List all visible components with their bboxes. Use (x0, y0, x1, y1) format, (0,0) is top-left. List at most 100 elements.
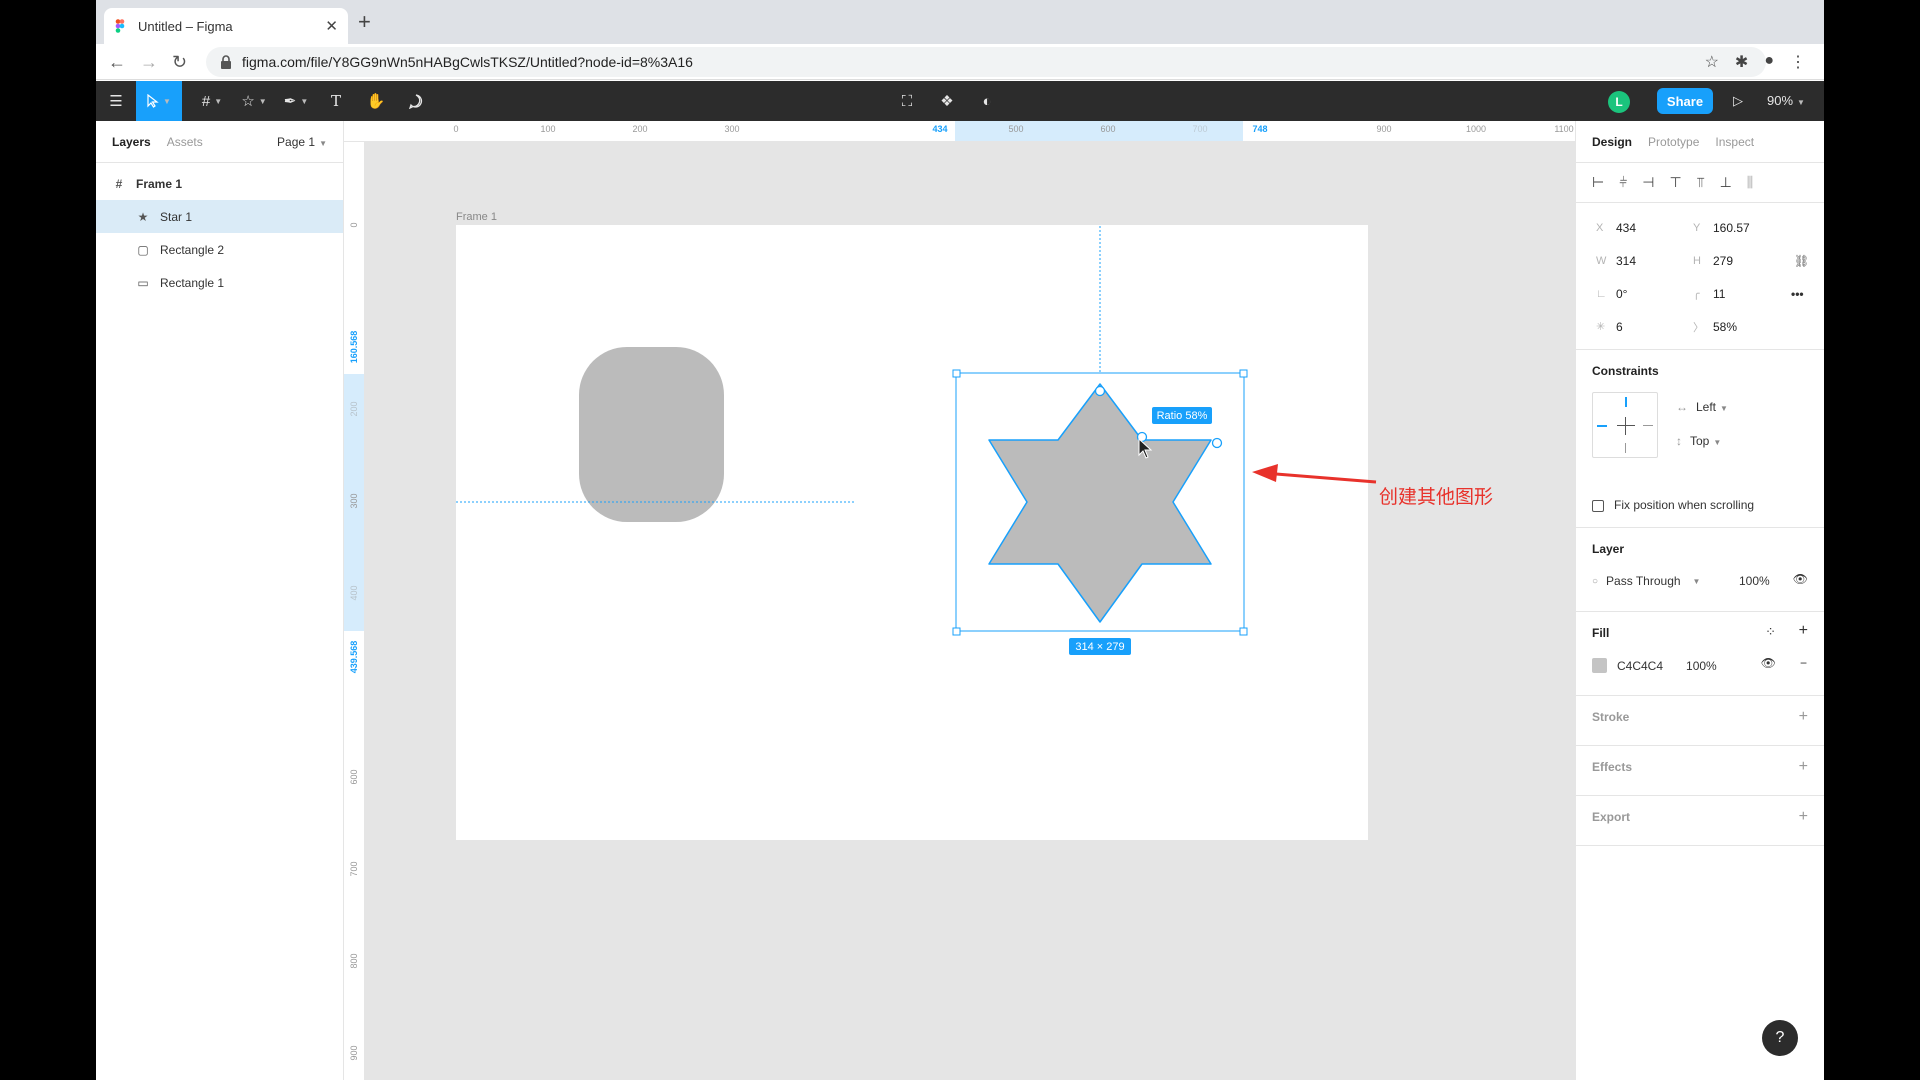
reload-icon[interactable]: ↻ (172, 52, 187, 73)
x-field[interactable]: 434 (1616, 221, 1636, 235)
profile-icon[interactable]: ● (1764, 52, 1774, 72)
align-top-icon[interactable]: ⊤ (1669, 174, 1681, 191)
rotation-field[interactable]: 0° (1616, 287, 1627, 301)
frame-1[interactable] (456, 225, 1368, 840)
fix-position-checkbox[interactable] (1592, 499, 1604, 512)
ratio-field[interactable]: 58% (1713, 320, 1737, 334)
edit-object-icon[interactable]: ⛶ (891, 81, 923, 121)
tab-inspect[interactable]: Inspect (1715, 135, 1754, 149)
layer-row-rectangle-1[interactable]: ▭ Rectangle 1 (96, 266, 343, 299)
tab-design[interactable]: Design (1592, 135, 1632, 149)
help-button[interactable]: ? (1762, 1020, 1798, 1056)
constraint-right-bar[interactable] (1643, 425, 1653, 426)
resize-handle-br[interactable] (1239, 627, 1248, 636)
close-tab-icon[interactable]: ✕ (325, 17, 338, 35)
align-bottom-icon[interactable]: ⊥ (1720, 174, 1732, 191)
count-handle[interactable] (1211, 437, 1223, 449)
more-options-icon[interactable]: ••• (1791, 287, 1804, 301)
add-export-plus-icon[interactable]: + (1799, 808, 1808, 826)
add-stroke-plus-icon[interactable]: + (1799, 708, 1808, 726)
component-icon[interactable]: ❖ (931, 81, 963, 121)
blend-mode-dropdown[interactable]: ○ Pass Through ▼ (1592, 574, 1700, 588)
layer-row-star-1[interactable]: ★ Star 1 (96, 200, 343, 233)
layer-opacity-field[interactable]: 100% (1739, 574, 1770, 588)
y-field[interactable]: 160.57 (1713, 221, 1750, 235)
back-icon[interactable]: ← (108, 52, 126, 73)
add-effect-plus-icon[interactable]: + (1799, 758, 1808, 776)
bookmark-star-icon[interactable]: ☆ (1705, 52, 1719, 72)
fill-hex-field[interactable]: C4C4C4 (1617, 659, 1663, 673)
layer-visibility-eye-icon[interactable]: 👁 (1793, 572, 1808, 586)
pen-tool[interactable]: ✒ ▼ (276, 81, 316, 121)
align-right-icon[interactable]: ⊣ (1642, 174, 1654, 191)
shape-tool[interactable]: ☆ ▼ (234, 81, 274, 121)
hand-tool[interactable]: ✋ (356, 81, 396, 121)
frame-hash-icon: # (115, 176, 123, 191)
distribute-icon[interactable]: ⫼ (1747, 174, 1753, 191)
ruler-left: 0 160.568 200 300 400 439.568 600 700 80… (344, 142, 365, 1080)
share-button[interactable]: Share (1657, 88, 1713, 114)
align-middle-v-icon[interactable]: ⫪ (1697, 174, 1705, 191)
align-left-icon[interactable]: ⊢ (1592, 174, 1604, 191)
present-play-icon[interactable]: ▷ (1733, 93, 1743, 109)
comment-tool[interactable] (396, 81, 436, 121)
frame-tool[interactable]: # ▼ (192, 81, 232, 121)
tab-assets[interactable]: Assets (167, 135, 203, 149)
frame-label[interactable]: Frame 1 (456, 211, 497, 223)
constraint-bottom-bar[interactable] (1625, 443, 1626, 453)
ruler-tick: 900 (1376, 124, 1392, 134)
h-field[interactable]: 279 (1713, 254, 1733, 268)
design-panel: Design Prototype Inspect ⊢ ⫩ ⊣ ⊤ ⫪ ⊥ ⫼ X… (1575, 121, 1824, 1080)
forward-icon[interactable]: → (140, 52, 158, 73)
corner-radius-handle[interactable] (1094, 385, 1106, 397)
browser-menu-icon[interactable]: ⋮ (1790, 52, 1806, 72)
move-tool[interactable]: ▼ (136, 81, 182, 121)
effects-title: Effects (1592, 760, 1633, 774)
fill-visibility-eye-icon[interactable]: 👁 (1761, 656, 1776, 670)
fill-opacity-field[interactable]: 100% (1686, 659, 1717, 673)
resize-handle-tl[interactable] (952, 369, 961, 378)
constraint-widget[interactable] (1592, 392, 1658, 458)
fill-swatch[interactable] (1592, 658, 1607, 673)
constrain-proportions-icon[interactable]: ⛓ (1794, 254, 1809, 268)
resize-handle-bl[interactable] (952, 627, 961, 636)
mask-icon[interactable]: ◐ (971, 81, 1003, 121)
fill-styles-grid-icon[interactable]: ⁘ (1765, 624, 1776, 640)
zoom-dropdown[interactable]: 90% ▼ (1767, 93, 1805, 108)
constraint-left-bar[interactable] (1597, 425, 1607, 427)
stroke-section: Stroke + (1576, 696, 1824, 746)
ruler-tick: 1100 (1554, 124, 1574, 134)
new-tab-icon[interactable]: + (358, 11, 371, 33)
w-label: W (1596, 254, 1607, 267)
w-field[interactable]: 314 (1616, 254, 1636, 268)
points-field[interactable]: 6 (1616, 320, 1623, 334)
constraint-vertical-dropdown[interactable]: ↕ Top ▼ (1676, 434, 1721, 448)
url-text: figma.com/file/Y8GG9nWn5nHABgCwlsTKSZ/Un… (242, 54, 693, 70)
resize-handle-tr[interactable] (1239, 369, 1248, 378)
align-center-h-icon[interactable]: ⫩ (1619, 174, 1627, 191)
main-menu-icon[interactable]: ☰ (96, 81, 136, 121)
url-field[interactable]: figma.com/file/Y8GG9nWn5nHABgCwlsTKSZ/Un… (206, 47, 1766, 77)
remove-fill-minus-icon[interactable]: − (1800, 656, 1807, 670)
corner-radius-field[interactable]: 11 (1713, 287, 1725, 301)
tab-layers[interactable]: Layers (112, 135, 151, 149)
canvas[interactable]: Frame 1 Ratio 58% 314 × 279 创建其他图形 (365, 142, 1575, 1080)
browser-tab[interactable]: Untitled – Figma ✕ (104, 8, 348, 44)
address-bar: ← → ↻ figma.com/file/Y8GG9nWn5nHABgCwlsT… (96, 44, 1824, 80)
extensions-icon[interactable]: ✱ (1735, 52, 1748, 72)
fill-row[interactable]: C4C4C4 100% (1592, 658, 1717, 673)
tab-prototype[interactable]: Prototype (1648, 135, 1699, 149)
layer-row-frame-1[interactable]: # Frame 1 (96, 167, 343, 200)
constraint-horizontal-dropdown[interactable]: ↔ Left ▼ (1676, 400, 1728, 414)
rectangle-2[interactable] (579, 347, 724, 522)
user-avatar[interactable]: L (1608, 91, 1630, 113)
layer-row-rectangle-2[interactable]: ▢ Rectangle 2 (96, 233, 343, 266)
add-fill-plus-icon[interactable]: + (1799, 622, 1808, 640)
constraint-top-bar[interactable] (1625, 397, 1627, 407)
fix-position-row[interactable]: Fix position when scrolling (1592, 498, 1754, 512)
page-selector[interactable]: Page 1 ▼ (277, 135, 327, 149)
ruler-tick: 700 (349, 861, 359, 877)
layers-panel: Layers Assets Page 1 ▼ # Frame 1 ★ Star 1… (96, 121, 344, 1080)
ruler-tick: 200 (632, 124, 648, 134)
text-tool[interactable]: T (316, 81, 356, 121)
